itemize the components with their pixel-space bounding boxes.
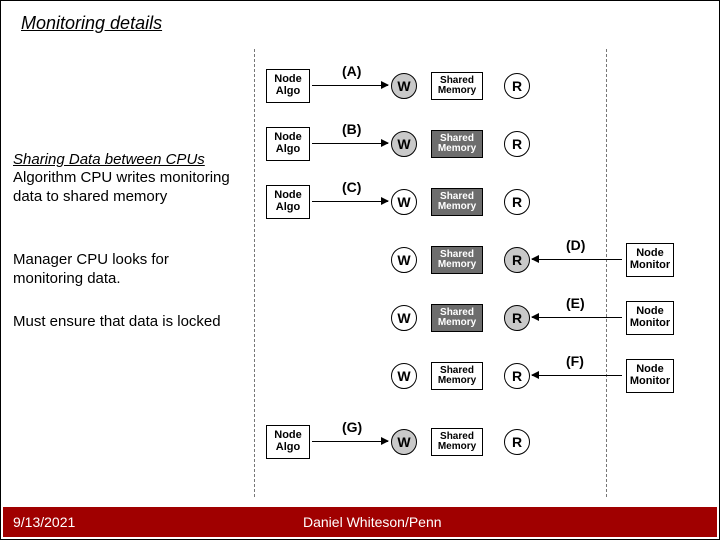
- node-monitor-box: NodeMonitor: [626, 243, 674, 277]
- body-text-2: Manager CPU looks for monitoring data.: [13, 251, 243, 289]
- row-label: (F): [566, 353, 584, 369]
- reader-icon: R: [504, 305, 530, 331]
- shared-memory-box: SharedMemory: [431, 428, 483, 456]
- monitoring-diagram: NodeAlgo (A) W SharedMemory R NodeAlgo (…: [246, 49, 716, 497]
- reader-icon: R: [504, 247, 530, 273]
- row-label: (C): [342, 179, 361, 195]
- node-algo-box: NodeAlgo: [266, 185, 310, 219]
- node-algo-box: NodeAlgo: [266, 425, 310, 459]
- row-label: (E): [566, 295, 585, 311]
- reader-icon: R: [504, 363, 530, 389]
- shared-memory-box: SharedMemory: [431, 304, 483, 332]
- reader-icon: R: [504, 131, 530, 157]
- diagram-row-f: W SharedMemory R (F) NodeMonitor: [246, 353, 716, 399]
- footer-date: 9/13/2021: [13, 514, 75, 530]
- node-monitor-box: NodeMonitor: [626, 359, 674, 393]
- row-label: (B): [342, 121, 361, 137]
- writer-icon: W: [391, 247, 417, 273]
- shared-memory-box: SharedMemory: [431, 362, 483, 390]
- reader-icon: R: [504, 189, 530, 215]
- row-label: (A): [342, 63, 361, 79]
- arrow-icon: [312, 441, 388, 442]
- arrow-icon: [532, 259, 622, 260]
- diagram-row-e: W SharedMemory R (E) NodeMonitor: [246, 295, 716, 341]
- diagram-row-b: NodeAlgo (B) W SharedMemory R: [246, 121, 716, 167]
- arrow-icon: [312, 201, 388, 202]
- row-label: (G): [342, 419, 362, 435]
- arrow-icon: [532, 375, 622, 376]
- writer-icon: W: [391, 305, 417, 331]
- writer-icon: W: [391, 131, 417, 157]
- body-text-3: Must ensure that data is locked: [13, 313, 243, 332]
- node-algo-box: NodeAlgo: [266, 127, 310, 161]
- writer-icon: W: [391, 189, 417, 215]
- arrow-icon: [532, 317, 622, 318]
- node-algo-box: NodeAlgo: [266, 69, 310, 103]
- shared-memory-box: SharedMemory: [431, 188, 483, 216]
- shared-memory-box: SharedMemory: [431, 72, 483, 100]
- diagram-row-a: NodeAlgo (A) W SharedMemory R: [246, 63, 716, 109]
- footer-bar: 9/13/2021 Daniel Whiteson/Penn: [3, 507, 717, 537]
- arrow-icon: [312, 85, 388, 86]
- reader-icon: R: [504, 429, 530, 455]
- writer-icon: W: [391, 429, 417, 455]
- diagram-row-d: W SharedMemory R (D) NodeMonitor: [246, 237, 716, 283]
- row-label: (D): [566, 237, 585, 253]
- node-monitor-box: NodeMonitor: [626, 301, 674, 335]
- diagram-row-g: NodeAlgo (G) W SharedMemory R: [246, 419, 716, 465]
- writer-icon: W: [391, 73, 417, 99]
- writer-icon: W: [391, 363, 417, 389]
- shared-memory-box: SharedMemory: [431, 246, 483, 274]
- shared-memory-box: SharedMemory: [431, 130, 483, 158]
- reader-icon: R: [504, 73, 530, 99]
- footer-author: Daniel Whiteson/Penn: [303, 514, 442, 530]
- body-text-1: Algorithm CPU writes monitoring data to …: [13, 169, 243, 207]
- diagram-row-c: NodeAlgo (C) W SharedMemory R: [246, 179, 716, 225]
- slide-title: Monitoring details: [21, 13, 162, 34]
- section-heading: Sharing Data between CPUs: [13, 151, 205, 168]
- arrow-icon: [312, 143, 388, 144]
